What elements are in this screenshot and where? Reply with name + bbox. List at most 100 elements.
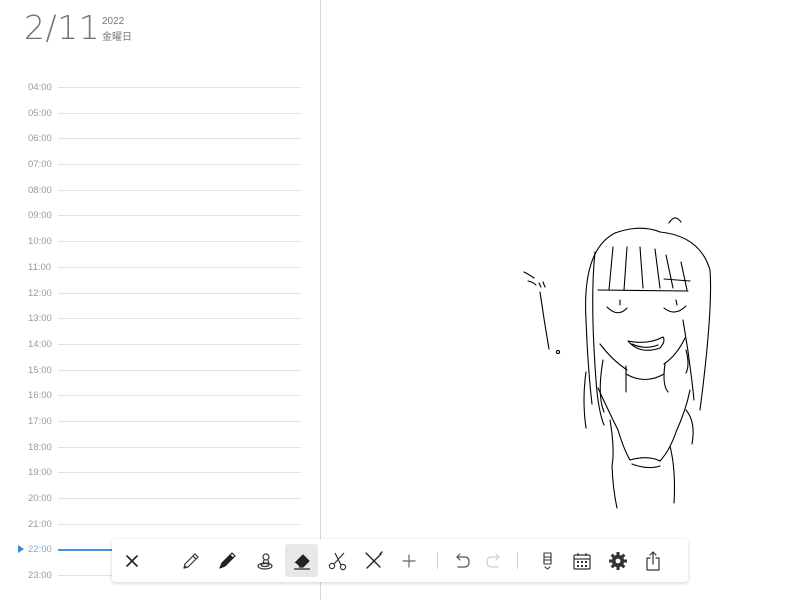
ruler-icon (364, 550, 383, 569)
hour-line (58, 138, 301, 140)
sketch-stroke (680, 261, 688, 291)
hour-row[interactable]: 05:00 (0, 105, 321, 131)
hour-label: 13:00 (28, 313, 52, 325)
hour-label: 17:00 (28, 415, 52, 427)
hour-line (58, 498, 301, 499)
hour-label: 14:00 (28, 338, 52, 350)
sketch-stroke (669, 445, 676, 504)
sketch-stroke (583, 371, 587, 429)
close-icon (125, 554, 138, 567)
sketch-stroke (675, 389, 691, 433)
hour-line (58, 420, 301, 422)
sketch-stroke (663, 278, 691, 282)
hour-line (58, 164, 301, 166)
hour-line (58, 266, 301, 268)
sketch-stroke (585, 227, 661, 321)
sketch-stroke (599, 343, 628, 371)
calendar-button[interactable] (565, 544, 598, 577)
sketch-stroke (654, 248, 661, 289)
share-button[interactable] (636, 544, 669, 577)
hour-row[interactable]: 21:00 (0, 516, 321, 542)
hour-label: 15:00 (28, 364, 52, 376)
day-timeline-pane: 2/11 2022 金曜日 04:00 05:00 06:00 07:00 08… (0, 0, 321, 600)
hour-row[interactable]: 07:00 (0, 156, 321, 182)
hour-label: 05:00 (28, 107, 52, 119)
hour-line (58, 318, 301, 320)
sketch-stroke (665, 254, 674, 289)
hour-label: 11:00 (28, 261, 52, 273)
hour-label: 04:00 (28, 82, 52, 93)
share-icon (645, 550, 660, 571)
hour-timeline[interactable]: 04:00 05:00 06:00 07:00 08:00 09:00 10:0… (0, 79, 321, 593)
hour-row[interactable]: 18:00 (0, 439, 321, 465)
sketch-stroke (659, 431, 677, 462)
hour-row[interactable]: 10:00 (0, 233, 321, 259)
sketch-stroke (592, 251, 605, 426)
sketch-stroke (675, 299, 678, 306)
hour-label: 06:00 (28, 133, 52, 145)
ruler-tool-button[interactable] (357, 544, 390, 577)
hour-label: 07:00 (28, 159, 52, 171)
current-time-marker-icon (18, 545, 24, 554)
sketch-stroke (663, 363, 669, 393)
close-button[interactable] (115, 544, 148, 577)
redo-icon (485, 552, 500, 568)
hour-row[interactable]: 16:00 (0, 387, 321, 413)
calendar-icon (572, 552, 591, 570)
hour-label: 19:00 (28, 467, 52, 479)
hour-line (58, 189, 301, 191)
hour-label: 18:00 (28, 441, 52, 453)
sketch-stroke (609, 419, 614, 467)
add-button[interactable] (392, 544, 425, 577)
drawing-canvas[interactable] (321, 0, 800, 600)
hour-row[interactable]: 09:00 (0, 207, 321, 233)
hour-row[interactable]: 20:00 (0, 490, 321, 516)
hour-row[interactable]: 11:00 (0, 259, 321, 285)
day-of-week-label: 金曜日 (102, 32, 132, 43)
hour-line (58, 472, 301, 474)
undo-button[interactable] (444, 544, 477, 577)
hour-row[interactable]: 12:00 (0, 285, 321, 311)
hour-line (58, 395, 301, 397)
sketch-stroke (663, 305, 687, 313)
hour-line (58, 446, 301, 448)
hour-row[interactable]: 08:00 (0, 182, 321, 208)
hour-label: 12:00 (28, 287, 52, 299)
toolbar-divider (517, 552, 518, 569)
sketch-stroke (538, 282, 542, 288)
sketch-stroke (555, 349, 561, 355)
hour-line (58, 369, 301, 371)
hour-label: 23:00 (28, 570, 52, 582)
year-label: 2022 (102, 16, 125, 27)
hour-line (58, 292, 301, 294)
hour-row[interactable]: 06:00 (0, 130, 321, 156)
tool-palette (112, 539, 688, 582)
hour-row[interactable]: 13:00 (0, 310, 321, 336)
redo-button[interactable] (478, 544, 511, 577)
sketch-stroke (597, 289, 689, 292)
toolbar-divider (437, 552, 438, 569)
sketch-stroke (585, 319, 593, 405)
settings-button[interactable] (601, 544, 634, 577)
hour-row[interactable]: 14:00 (0, 336, 321, 362)
hour-label: 16:00 (28, 390, 52, 402)
hour-line (58, 523, 301, 525)
stamp-tool-button[interactable] (248, 544, 281, 577)
date-display: 2/11 (24, 8, 101, 47)
pencil-tool-button[interactable] (174, 544, 207, 577)
hour-row[interactable]: 19:00 (0, 464, 321, 490)
hour-row[interactable]: 15:00 (0, 362, 321, 388)
handwritten-sketch (523, 217, 712, 509)
sketch-stroke (625, 373, 665, 381)
eraser-tool-button[interactable] (285, 544, 318, 577)
hour-row[interactable]: 04:00 (0, 79, 321, 105)
hour-row[interactable]: 17:00 (0, 413, 321, 439)
pen-tool-button[interactable] (210, 544, 243, 577)
hour-label: 09:00 (28, 210, 52, 222)
sketch-stroke (539, 291, 550, 350)
eraser-icon (293, 553, 310, 570)
scissors-tool-button[interactable] (321, 544, 354, 577)
bookmark-menu-button[interactable] (531, 544, 564, 577)
hour-line (58, 87, 301, 88)
sketch-stroke (627, 336, 665, 351)
